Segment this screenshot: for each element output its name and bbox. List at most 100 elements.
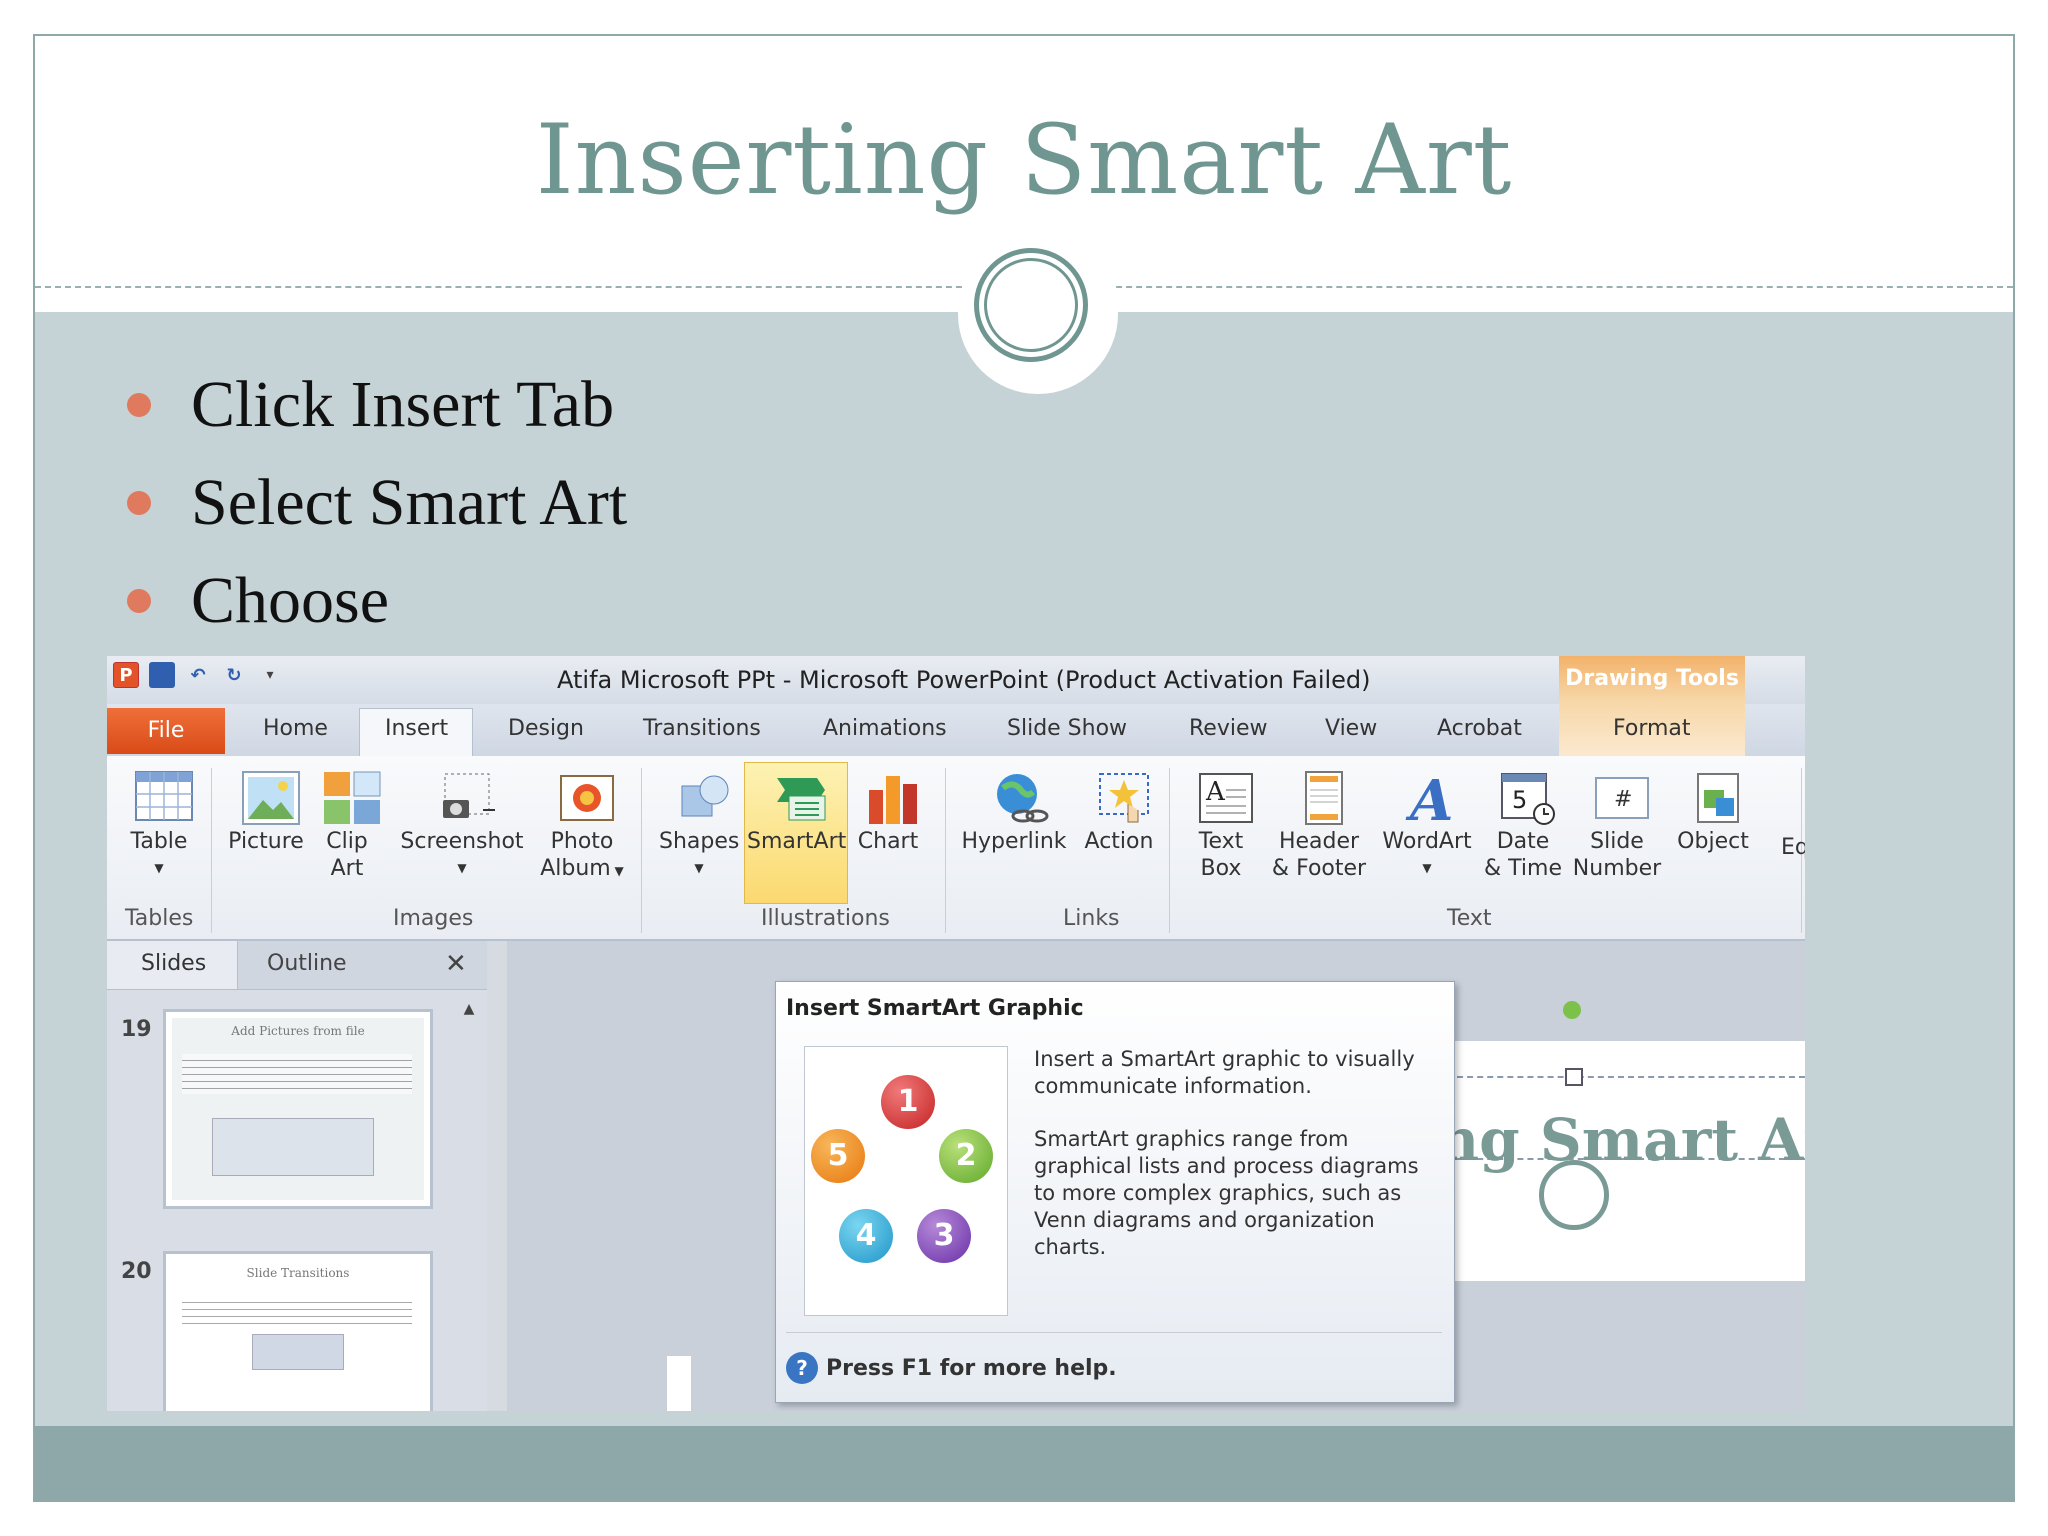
wordart-icon: A [1402,768,1453,834]
tab-view[interactable]: View [1325,716,1377,741]
hyperlink-icon [989,770,1049,823]
help-icon: ? [786,1352,818,1384]
dropdown-arrow-icon: ▼ [610,864,624,878]
screenshot-button[interactable]: Screenshot ▼ [397,770,527,882]
tab-review[interactable]: Review [1189,716,1268,741]
clip-art-button[interactable]: Clip Art [317,770,381,882]
smartart-icon [771,770,826,821]
undo-icon[interactable]: ↶ [185,662,211,688]
cycle-node-4: 4 [839,1209,893,1263]
powerpoint-screenshot: P ↶ ↻ ▾ Atifa Microsoft PPt - Microsoft … [107,656,1805,1411]
tooltip-description: Insert a SmartArt graphic to visually co… [1034,1046,1434,1261]
photo-album-button[interactable]: Photo Album ▼ [537,770,627,885]
date-time-label-2: & Time [1484,856,1562,881]
group-separator [945,768,946,933]
cycle-node-3: 3 [917,1209,971,1263]
table-button[interactable]: Table ▼ [119,770,199,882]
photo-album-label-text: Album [540,856,611,881]
tooltip-description-2: SmartArt graphics range from graphical l… [1034,1127,1419,1259]
bullet-item: Select Smart Art [105,454,627,552]
header-footer-button[interactable]: Header & Footer [1267,770,1371,882]
photo-album-icon [557,770,614,821]
equation-button-partial[interactable]: Eq [1781,834,1805,861]
quick-access-toolbar: P ↶ ↻ ▾ [113,662,283,688]
bullet-text: Select Smart Art [191,466,628,539]
textbox-selection-border [1447,1076,1805,1078]
redo-icon[interactable]: ↻ [221,662,247,688]
wordart-button[interactable]: A WordArt ▼ [1379,768,1475,882]
save-icon[interactable] [149,662,175,688]
chart-button[interactable]: Chart [853,770,923,855]
clip-art-icon [322,770,381,824]
slide-preview-ring [1539,1160,1609,1230]
text-box-icon: A [1196,770,1253,823]
dropdown-arrow-icon: ▼ [457,861,467,875]
hyperlink-button[interactable]: Hyperlink [959,770,1069,855]
scroll-up-icon[interactable]: ▲ [457,1001,481,1017]
tab-slide-show[interactable]: Slide Show [1007,716,1127,741]
tab-transitions[interactable]: Transitions [643,716,761,741]
text-box-label-1: Text [1198,829,1244,854]
resize-handle[interactable] [1565,1068,1583,1086]
action-button[interactable]: Action [1079,770,1159,855]
thumbnail-title: Slide Transitions [246,1266,350,1280]
hyperlink-label: Hyperlink [961,829,1067,854]
slide-thumbnail-19[interactable]: Add Pictures from file [163,1009,433,1209]
table-icon [134,770,193,821]
screenshot-icon [437,770,495,820]
photo-album-label-1: Photo [550,829,614,854]
powerpoint-logo-icon: P [113,662,139,688]
slide-number-button[interactable]: # Slide Number [1569,770,1665,882]
svg-text:5: 5 [1512,786,1527,814]
smartart-button[interactable]: SmartArt [747,770,846,855]
slide-footer-bar [35,1426,2013,1500]
bullet-dot-icon [127,491,151,515]
text-box-button[interactable]: A Text Box [1183,770,1259,882]
slides-pane: Slides Outline ✕ ▲ 19 Add Pictures from … [107,941,487,1411]
slide-frame: Inserting Smart Art Click Insert Tab Sel… [33,34,2015,1502]
thumbnail-title: Add Pictures from file [231,1024,365,1038]
thumbnail-number: 20 [121,1259,152,1284]
group-label-links: Links [1063,906,1120,931]
cycle-node-1: 1 [881,1075,935,1129]
action-label: Action [1084,829,1154,854]
thumbnail-image [212,1118,374,1176]
photo-album-label-2: Album ▼ [537,855,627,885]
tab-design[interactable]: Design [508,716,584,741]
bullet-text: Choose [191,564,389,637]
customize-toolbar-icon[interactable]: ▾ [257,662,283,688]
rotate-handle-icon[interactable] [1563,1001,1581,1019]
tab-file[interactable]: File [107,708,225,754]
object-button[interactable]: Object [1673,770,1753,855]
bullet-list: Click Insert Tab Select Smart Art Choose [105,356,627,650]
slide-thumbnail-20[interactable]: Slide Transitions [163,1251,433,1411]
bullet-item: Choose [105,552,627,650]
chart-label: Chart [857,829,919,854]
smartart-cycle-preview: 1 2 3 4 5 [804,1046,1008,1316]
tab-animations[interactable]: Animations [823,716,947,741]
close-pane-icon[interactable]: ✕ [445,949,467,979]
pane-scrollbar[interactable]: ▲ [457,1001,481,1411]
picture-label: Picture [228,829,304,854]
group-label-tables: Tables [125,906,194,931]
tab-acrobat[interactable]: Acrobat [1437,716,1522,741]
tab-insert[interactable]: Insert [385,716,448,741]
dropdown-arrow-icon: ▼ [154,861,164,875]
tooltip-title: Insert SmartArt Graphic [786,996,1084,1021]
screenshot-label: Screenshot [400,829,524,854]
editor-slide-edge [667,1356,691,1411]
tab-home[interactable]: Home [263,716,328,741]
thumbnail-content: Slide Transitions [172,1260,424,1411]
thumbnail-image [252,1334,344,1370]
picture-button[interactable]: Picture [223,770,309,855]
date-time-button[interactable]: 5 Date & Time [1483,770,1563,882]
smartart-tooltip: Insert SmartArt Graphic 1 2 3 4 5 Insert… [775,981,1455,1403]
bullet-item: Click Insert Tab [105,356,627,454]
shapes-button[interactable]: Shapes ▼ [659,770,739,882]
object-label: Object [1677,829,1749,854]
tab-outline[interactable]: Outline [267,951,347,976]
svg-text:A: A [1405,770,1453,826]
svg-text:A: A [1205,777,1226,807]
group-label-text: Text [1447,906,1492,931]
tab-format[interactable]: Format [1613,716,1691,741]
